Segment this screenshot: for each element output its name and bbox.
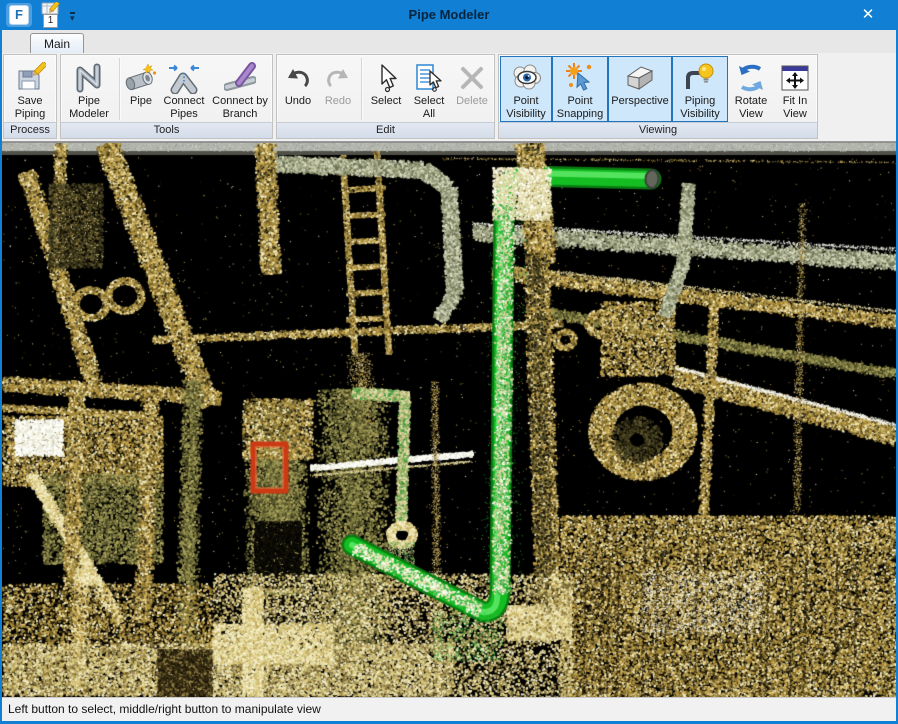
redo-button[interactable]: Redo xyxy=(318,56,358,122)
pipe-icon xyxy=(125,60,157,95)
redo-icon xyxy=(322,60,354,95)
titlebar: F 1 ▾ Pipe Modeler ✕ xyxy=(2,0,896,30)
point-visibility-toggle[interactable]: Point Visibility xyxy=(500,56,552,122)
perspective-label: Perspective xyxy=(611,95,668,108)
pipe-modeler-button[interactable]: Pipe Modeler xyxy=(62,56,116,122)
group-label-tools: Tools xyxy=(61,122,272,138)
ribbon-group-viewing: Point Visibility xyxy=(498,54,818,139)
delete-label: Delete xyxy=(456,95,488,108)
undo-label: Undo xyxy=(285,95,311,108)
viewport xyxy=(2,142,896,697)
fit-in-view-button[interactable]: Fit In View xyxy=(774,56,816,122)
point-snapping-label: Point Snapping xyxy=(553,95,607,121)
pipe-modeler-icon xyxy=(73,60,105,95)
close-button[interactable]: ✕ xyxy=(852,0,884,30)
quick-access-number: 1 xyxy=(43,14,58,28)
ribbon-tab-row: Main xyxy=(2,30,896,53)
redo-label: Redo xyxy=(325,95,351,108)
connect-pipes-label: Connect Pipes xyxy=(160,95,208,121)
app-menu-button[interactable]: F xyxy=(6,3,32,27)
connect-pipes-button[interactable]: Connect Pipes xyxy=(159,56,209,122)
point-snapping-icon xyxy=(564,60,596,95)
group-label-edit: Edit xyxy=(277,122,494,138)
ribbon-group-tools: Pipe Modeler xyxy=(60,54,273,139)
pipe-label: Pipe xyxy=(130,95,152,108)
viewport-3d-scene[interactable] xyxy=(2,143,896,697)
select-icon xyxy=(370,60,402,95)
connect-by-branch-label: Connect by Branch xyxy=(210,95,270,121)
select-all-label: Select All xyxy=(408,95,450,121)
perspective-icon xyxy=(624,60,656,95)
piping-visibility-label: Piping Visibility xyxy=(673,95,727,121)
ribbon-separator xyxy=(119,58,120,120)
rotate-view-icon xyxy=(735,60,767,95)
delete-icon xyxy=(456,60,488,95)
point-visibility-icon xyxy=(510,60,542,95)
ribbon: Save Piping Process xyxy=(2,53,896,142)
select-all-icon xyxy=(413,60,445,95)
group-label-process: Process xyxy=(4,122,56,138)
app-menu-label: F xyxy=(9,5,29,25)
piping-visibility-icon xyxy=(684,60,716,95)
ribbon-separator xyxy=(361,58,362,120)
connect-pipes-icon xyxy=(168,60,200,95)
pipe-modeler-window: F 1 ▾ Pipe Modeler ✕ xyxy=(0,0,898,724)
window-title: Pipe Modeler xyxy=(2,0,896,30)
status-bar: Left button to select, middle/right butt… xyxy=(2,697,896,721)
select-button[interactable]: Select xyxy=(365,56,407,122)
pipe-modeler-label: Pipe Modeler xyxy=(63,95,115,121)
save-piping-label: Save Piping xyxy=(6,95,54,121)
ribbon-group-process: Save Piping Process xyxy=(3,54,57,139)
save-piping-icon xyxy=(14,60,46,95)
ribbon-group-edit: Undo Redo xyxy=(276,54,495,139)
select-all-button[interactable]: Select All xyxy=(407,56,451,122)
undo-button[interactable]: Undo xyxy=(278,56,318,122)
save-piping-button[interactable]: Save Piping xyxy=(5,56,55,122)
pipe-button[interactable]: Pipe xyxy=(123,56,159,122)
undo-icon xyxy=(282,60,314,95)
piping-visibility-toggle[interactable]: Piping Visibility xyxy=(672,56,728,122)
fit-in-view-icon xyxy=(779,60,811,95)
connect-by-branch-button[interactable]: Connect by Branch xyxy=(209,56,271,122)
fit-in-view-label: Fit In View xyxy=(775,95,815,121)
status-text: Left button to select, middle/right butt… xyxy=(8,702,321,716)
select-label: Select xyxy=(371,95,402,108)
delete-button[interactable]: Delete xyxy=(451,56,493,122)
point-snapping-toggle[interactable]: Point Snapping xyxy=(552,56,608,122)
point-visibility-label: Point Visibility xyxy=(501,95,551,121)
rotate-view-button[interactable]: Rotate View xyxy=(728,56,774,122)
perspective-toggle[interactable]: Perspective xyxy=(608,56,672,122)
group-label-viewing: Viewing xyxy=(499,122,817,138)
connect-by-branch-icon xyxy=(224,60,256,95)
quick-access-item-1[interactable]: 1 xyxy=(40,2,64,28)
tab-main[interactable]: Main xyxy=(30,33,84,53)
rotate-view-label: Rotate View xyxy=(729,95,773,121)
quick-access-dropdown-icon[interactable]: ▾ xyxy=(70,12,75,24)
